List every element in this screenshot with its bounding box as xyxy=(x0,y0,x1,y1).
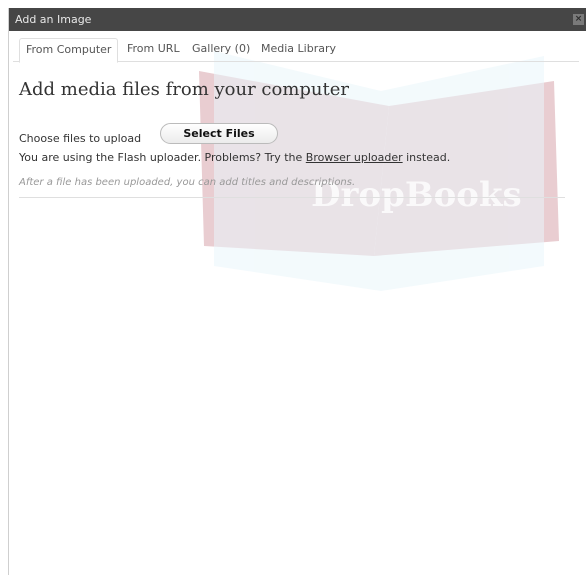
dialog-titlebar: Add an Image × xyxy=(9,8,586,31)
divider xyxy=(19,197,565,198)
flash-notice-prefix: You are using the Flash uploader. Proble… xyxy=(19,151,303,164)
flash-notice-suffix: instead. xyxy=(406,151,451,164)
page-title: Add media files from your computer xyxy=(19,79,350,100)
tab-from-computer[interactable]: From Computer xyxy=(19,38,119,63)
flash-uploader-notice: You are using the Flash uploader. Proble… xyxy=(19,151,450,164)
tab-bar: From Computer From URL Gallery (0) Media… xyxy=(13,31,579,63)
dialog-title: Add an Image xyxy=(15,13,92,26)
browser-uploader-link[interactable]: Browser uploader xyxy=(306,151,403,164)
tab-media-library[interactable]: Media Library xyxy=(257,38,340,60)
select-files-button[interactable]: Select Files xyxy=(160,123,278,144)
tab-from-url[interactable]: From URL xyxy=(123,38,184,60)
tab-gallery[interactable]: Gallery (0) xyxy=(188,38,254,60)
upload-hint: After a file has been uploaded, you can … xyxy=(19,177,356,188)
choose-files-label: Choose files to upload xyxy=(19,132,142,145)
close-icon[interactable]: × xyxy=(573,14,584,25)
media-upload-dialog: Add an Image × DropBooks From Computer F… xyxy=(8,8,586,575)
dialog-content: From Computer From URL Gallery (0) Media… xyxy=(9,31,586,575)
